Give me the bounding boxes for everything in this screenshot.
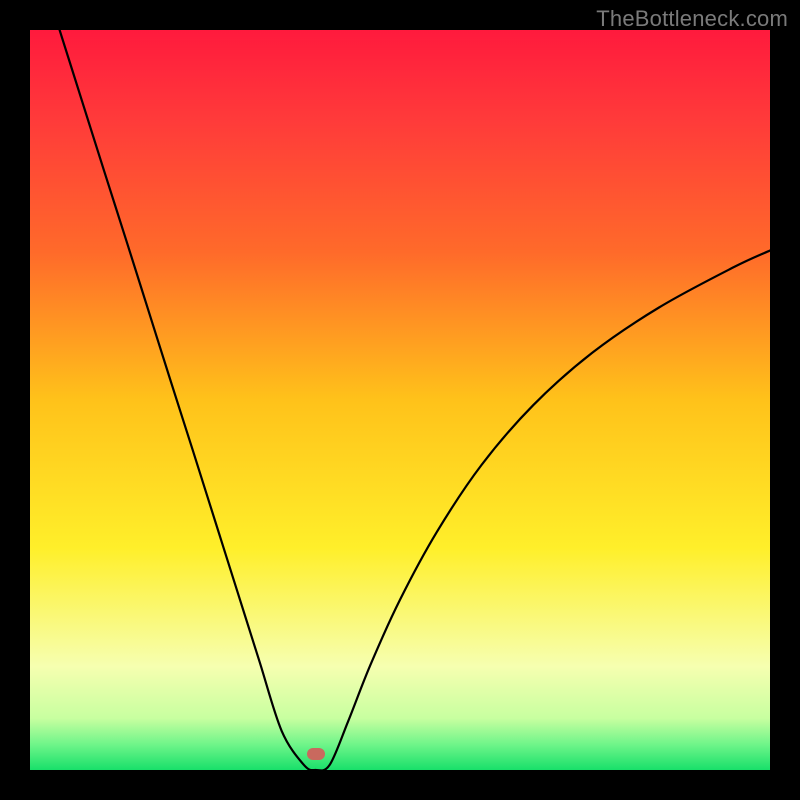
- plot-area: [30, 30, 770, 770]
- watermark-text: TheBottleneck.com: [596, 6, 788, 32]
- chart-frame: TheBottleneck.com: [0, 0, 800, 800]
- optimum-marker: [307, 748, 325, 760]
- chart-curve: [30, 30, 770, 770]
